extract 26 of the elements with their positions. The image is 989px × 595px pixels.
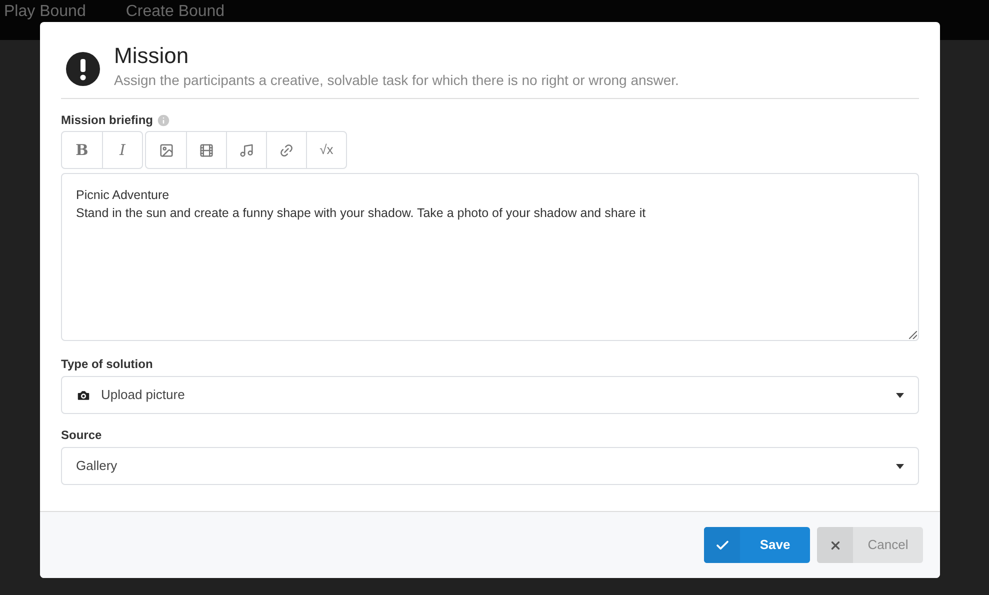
cancel-button[interactable]: Cancel [817,527,923,563]
dialog-subtitle: Assign the participants a creative, solvable task for which there is no right or wrong answer. [114,71,679,90]
toolbar-button[interactable]: B [62,132,102,168]
close-icon [828,538,842,552]
nav-link[interactable]: Play Bound [4,3,86,21]
info-icon [156,112,172,128]
caret-icon [896,392,904,398]
nav-link[interactable]: Create Bound [126,3,225,21]
briefing-editor[interactable]: Picnic Adventure Stand in the sun and create a funny shape with your shadow. Take a photo of your shadow and share it [61,173,919,341]
select-value: Gallery [76,457,118,476]
toolbar-button[interactable]: √x [306,132,346,168]
dialog-title: Mission [114,42,190,70]
film-icon [199,142,214,158]
resize-handle-icon[interactable] [909,331,917,339]
exclamation-icon [66,52,100,86]
solution-select[interactable]: Upload picture [61,376,919,414]
save-button[interactable]: Save [704,527,810,563]
caret-icon [896,464,904,468]
source-select[interactable]: Gallery [61,447,919,485]
select-value: Upload picture [101,386,186,404]
field-label: Source [61,427,103,444]
toolbar-button[interactable]: I [102,132,142,168]
image-icon [158,142,174,158]
field-label: Mission briefing [61,112,154,129]
music-note-icon [239,142,254,158]
field-label: Type of solution [61,356,154,373]
